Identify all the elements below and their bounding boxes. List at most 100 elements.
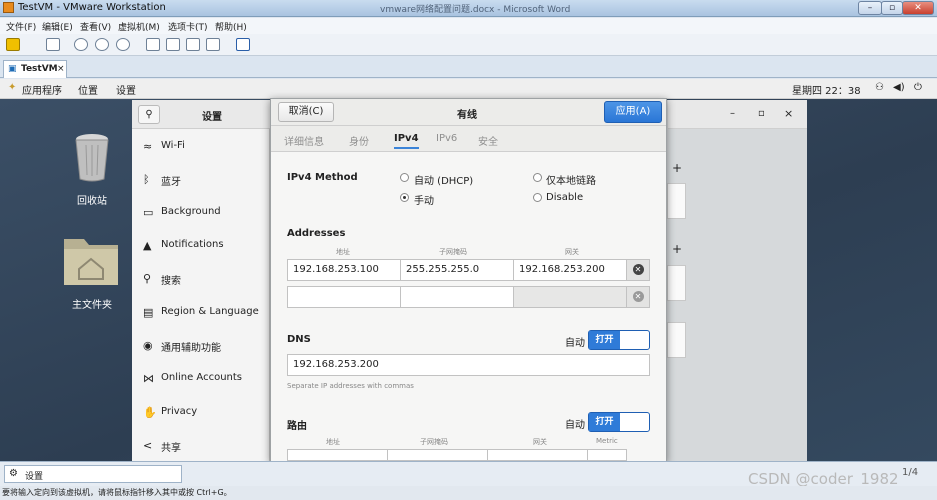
method-dhcp-radio[interactable] [400,173,409,182]
route-gateway-field[interactable] [487,449,588,461]
method-disable-radio[interactable] [533,193,542,202]
method-disable-label[interactable]: Disable [546,192,583,203]
bluetooth-icon: ᛒ [143,173,150,186]
method-dhcp-label[interactable]: 自动 (DHCP) [414,172,473,187]
gateway-field[interactable] [513,286,627,308]
routes-auto-label: 自动 [565,420,585,431]
send-ctrl-alt-del-icon[interactable] [46,38,60,51]
sidebar-item-search[interactable]: ⚲ 搜索 [132,262,269,295]
thumbnail-icon[interactable] [166,38,180,51]
menu-tabs[interactable]: 选项卡(T) [168,20,208,33]
minimize-button[interactable]: – [858,1,882,15]
address-field[interactable]: 192.168.253.100 [287,259,401,281]
hint-bar: 要将输入定向到该虚拟机，请将鼠标指针移入其中或按 Ctrl+G。 [0,486,937,500]
wifi-icon: ≈ [143,140,153,153]
netmask-field[interactable] [400,286,514,308]
gateway-field[interactable]: 192.168.253.200 [513,259,627,281]
dns-input[interactable]: 192.168.253.200 [287,354,650,376]
add-vpn-icon[interactable]: + [672,242,682,256]
console-view-icon[interactable] [236,38,250,51]
sidebar-item-notifications[interactable]: ▲ Notifications [132,229,269,262]
method-link-local-radio[interactable] [533,173,542,182]
menu-help[interactable]: 帮助(H) [215,20,247,33]
window-title-bar: TestVM - VMware Workstation vmware网络配置问题… [0,0,937,17]
sidebar-item-sharing[interactable]: < 共享 [132,429,269,462]
background-window-title: vmware网络配置问题.docx - Microsoft Word [380,5,571,15]
power-menu-icon[interactable]: ⏻ [914,82,922,93]
sidebar-item-bluetooth[interactable]: ᛒ 蓝牙 [132,163,269,196]
route-netmask-col-header: 子网掩码 [420,438,448,446]
netmask-field[interactable]: 255.255.255.0 [400,259,514,281]
dialog-title: 有线 [457,110,477,121]
settings-close-button[interactable]: × [784,107,793,120]
clock[interactable]: 星期四 22：38 [792,82,861,97]
route-gateway-col-header: 网关 [533,438,547,446]
settings-menu[interactable]: 设置 [116,82,136,97]
sidebar-item-online-accounts[interactable]: ⋈ Online Accounts [132,362,269,395]
apply-button[interactable]: 应用(A) [604,101,662,123]
taskbar-item-settings[interactable]: ⚙ 设置 [4,465,182,483]
method-link-local-label[interactable]: 仅本地链路 [546,172,596,187]
route-netmask-field[interactable] [387,449,488,461]
toolbar [0,34,937,56]
dns-auto-switch[interactable]: 打开 [588,330,650,350]
tab-ipv6[interactable]: IPv6 [436,133,457,144]
sidebar-item-accessibility[interactable]: ◉ 通用辅助功能 [132,329,269,362]
places-menu[interactable]: 位置 [78,82,98,97]
maximize-button[interactable]: ▫ [881,1,903,15]
dialog-header: 取消(C) 有线 应用(A) [271,99,666,126]
tab-details[interactable]: 详细信息 [284,133,324,148]
method-manual-radio[interactable] [400,193,409,202]
tab-identity[interactable]: 身份 [349,133,369,148]
network-panel-card [667,322,686,358]
add-connection-icon[interactable]: + [672,161,682,175]
vm-tab-close-icon[interactable]: × [57,64,65,74]
delete-address-button[interactable]: ✕ [626,259,650,281]
dialog-tabs: 详细信息 身份 IPv4 IPv6 安全 [271,126,666,152]
vm-tab[interactable]: ▣ TestVM × [3,60,67,78]
tab-ipv4[interactable]: IPv4 [394,133,419,149]
home-folder-icon[interactable] [62,235,120,287]
route-address-field[interactable] [287,449,388,461]
revert-snapshot-icon[interactable] [95,38,109,51]
accessibility-icon: ◉ [143,339,153,352]
menu-vm[interactable]: 虚拟机(M) [118,20,160,33]
cancel-button[interactable]: 取消(C) [278,102,334,122]
menu-edit[interactable]: 编辑(E) [42,20,73,33]
delete-address-button[interactable]: ✕ [626,286,650,308]
settings-search-button[interactable]: ⚲ [138,105,160,124]
apps-menu-icon: ✦ [8,82,17,93]
apps-menu[interactable]: 应用程序 [22,82,62,97]
vmware-app-icon [3,2,14,13]
volume-icon[interactable]: ◀) [893,82,905,93]
settings-minimize-button[interactable]: – [730,108,735,119]
route-metric-field[interactable] [587,449,627,461]
settings-title: 设置 [202,112,222,123]
method-manual-label[interactable]: 手动 [414,192,434,207]
network-icon[interactable]: ⚇ [875,82,884,93]
sidebar-item-privacy[interactable]: ✋ Privacy [132,396,269,429]
full-screen-icon[interactable] [186,38,200,51]
tab-security[interactable]: 安全 [478,133,498,148]
search-icon: ⚲ [143,272,152,285]
page-indicator: 1/4 [902,467,919,478]
snapshot-manager-icon[interactable] [116,38,130,51]
vm-tab-label: TestVM [21,64,58,74]
sidebar-item-region[interactable]: ▤ Region & Language [132,296,269,329]
menu-view[interactable]: 查看(V) [80,20,111,33]
unity-icon[interactable] [206,38,220,51]
trash-icon[interactable] [72,133,112,183]
menu-file[interactable]: 文件(F) [6,20,36,33]
power-icon[interactable] [6,38,20,51]
sidebar-item-wifi[interactable]: ≈ Wi-Fi [132,130,269,163]
address-field[interactable] [287,286,401,308]
sidebar-item-background[interactable]: ▭ Background [132,196,269,229]
show-library-icon[interactable] [146,38,160,51]
vm-tab-icon: ▣ [8,64,17,74]
routes-auto-switch[interactable]: 打开 [588,412,650,432]
input-hint: 要将输入定向到该虚拟机，请将鼠标指针移入其中或按 Ctrl+G。 [2,488,232,497]
settings-maximize-button[interactable]: ▫ [758,108,765,119]
close-button[interactable]: ✕ [902,1,934,15]
trash-label: 回收站 [77,196,107,207]
snapshot-icon[interactable] [74,38,88,51]
